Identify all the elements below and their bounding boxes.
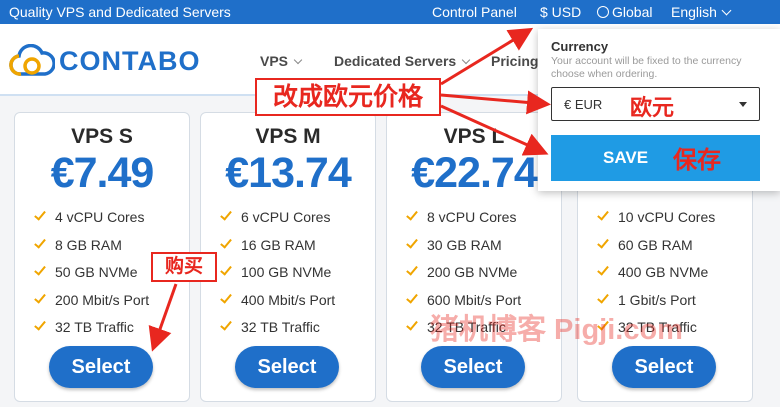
annotation-buy: 购买 xyxy=(151,252,217,282)
select-button[interactable]: Select xyxy=(235,346,339,388)
feature-label: 10 vCPU Cores xyxy=(618,209,716,225)
check-icon xyxy=(34,208,46,221)
check-icon xyxy=(220,208,232,221)
check-icon xyxy=(34,235,46,249)
currency-title: Currency xyxy=(551,39,609,54)
arrow-to-select xyxy=(440,90,551,115)
feature-item: 32 TB Traffic xyxy=(34,318,149,347)
feature-item: 8 vCPU Cores xyxy=(406,208,521,237)
feature-item: 6 vCPU Cores xyxy=(220,208,335,237)
feature-item: 60 GB RAM xyxy=(597,235,715,265)
currency-label: $ USD xyxy=(540,4,582,20)
plan-card-vps-l: VPS L €22.74 8 vCPU Cores 30 GB RAM 200 … xyxy=(386,112,562,402)
check-icon xyxy=(220,235,232,249)
check-icon xyxy=(597,208,609,221)
select-button[interactable]: Select xyxy=(421,346,525,388)
feature-item: 10 vCPU Cores xyxy=(597,208,716,237)
save-button[interactable]: SAVE xyxy=(551,135,760,181)
feature-label: 400 GB NVMe xyxy=(618,264,709,280)
select-button[interactable]: Select xyxy=(612,346,716,388)
feature-list: 4 vCPU Cores 8 GB RAM 50 GB NVMe 200 Mbi… xyxy=(34,208,150,347)
watermark: 猪机博客 Pigji.com xyxy=(430,314,683,346)
feature-item: 400 GB NVMe xyxy=(597,263,715,292)
control-panel-link[interactable]: Control Panel xyxy=(432,4,517,20)
plan-price: €7.49 xyxy=(50,149,155,197)
plan-card-vps-m: VPS M €13.74 6 vCPU Cores 16 GB RAM 100 … xyxy=(200,112,376,402)
feature-label: 100 GB NVMe xyxy=(241,264,332,280)
feature-item: 4 vCPU Cores xyxy=(34,208,149,237)
nav-label: Dedicated Servers xyxy=(334,53,457,69)
check-icon xyxy=(34,263,46,276)
tagline: Quality VPS and Dedicated Servers xyxy=(9,4,231,20)
check-icon xyxy=(406,263,418,276)
feature-label: 8 GB RAM xyxy=(55,236,122,253)
chevron-down-icon xyxy=(461,55,471,65)
check-icon xyxy=(597,263,609,276)
plan-name: VPS M xyxy=(255,125,321,148)
caret-down-icon xyxy=(739,102,747,107)
check-icon xyxy=(406,290,418,304)
currency-selected-value: € EUR xyxy=(564,97,603,112)
feature-item: 16 GB RAM xyxy=(220,235,335,265)
check-icon xyxy=(34,318,46,331)
feature-label: 50 GB NVMe xyxy=(55,264,138,280)
annotation-euro: 欧元 xyxy=(630,95,675,120)
check-icon xyxy=(406,318,418,331)
feature-item: 400 Mbit/s Port xyxy=(220,290,336,320)
feature-item: 32 TB Traffic xyxy=(220,318,335,347)
brand-name: CONTABO xyxy=(59,46,201,76)
chevron-down-icon xyxy=(293,55,303,65)
select-button[interactable]: Select xyxy=(49,346,153,388)
feature-label: 32 TB Traffic xyxy=(55,319,134,335)
feature-label: 30 GB RAM xyxy=(427,236,502,253)
nav-label: Pricing xyxy=(491,53,539,69)
check-icon xyxy=(34,290,46,304)
feature-item: 200 GB NVMe xyxy=(406,263,521,292)
feature-label: 200 GB NVMe xyxy=(427,264,518,280)
check-icon xyxy=(220,263,232,276)
globe-icon xyxy=(597,6,609,18)
feature-label: 400 Mbit/s Port xyxy=(241,291,336,308)
feature-label: 60 GB RAM xyxy=(618,236,693,253)
nav-dedicated-servers[interactable]: Dedicated Servers xyxy=(334,53,471,69)
check-icon xyxy=(597,235,609,249)
chevron-down-icon xyxy=(721,5,732,16)
language-label: English xyxy=(671,4,717,20)
feature-item: 30 GB RAM xyxy=(406,235,521,265)
nav-vps[interactable]: VPS xyxy=(260,53,303,69)
nav-label: VPS xyxy=(260,53,289,69)
check-icon xyxy=(220,318,232,331)
feature-label: 8 vCPU Cores xyxy=(427,209,517,225)
feature-label: 6 vCPU Cores xyxy=(241,209,331,225)
plan-name: VPS S xyxy=(71,125,133,148)
top-bar: Quality VPS and Dedicated Servers Contro… xyxy=(0,0,780,24)
nav-pricing[interactable]: Pricing xyxy=(491,53,538,69)
cloud-logo-icon xyxy=(9,44,55,76)
feature-label: 200 Mbit/s Port xyxy=(55,291,150,308)
feature-item: 8 GB RAM xyxy=(34,235,149,265)
plan-price: €22.74 xyxy=(411,149,538,197)
check-icon xyxy=(406,235,418,249)
annotation-change-to-euro: 改成欧元价格 xyxy=(255,78,441,116)
feature-label: 4 vCPU Cores xyxy=(55,209,145,225)
annotation-save: 保存 xyxy=(673,147,721,174)
plan-price: €13.74 xyxy=(225,149,352,197)
language-switcher[interactable]: English xyxy=(671,4,732,20)
feature-item: 100 GB NVMe xyxy=(220,263,335,292)
region-label: Global xyxy=(612,4,653,20)
feature-item: 200 Mbit/s Port xyxy=(34,290,150,320)
feature-item: 50 GB NVMe xyxy=(34,263,149,292)
currency-switcher[interactable]: $ USD xyxy=(540,4,581,20)
currency-note: Your account will be fixed to the curren… xyxy=(551,55,742,80)
check-icon xyxy=(220,290,232,304)
brand-logo[interactable]: CONTABO xyxy=(9,40,200,80)
check-icon xyxy=(597,290,609,304)
feature-list: 6 vCPU Cores 16 GB RAM 100 GB NVMe 400 M… xyxy=(220,208,336,347)
region-switcher[interactable]: Global xyxy=(597,4,652,20)
plan-name: VPS L xyxy=(443,125,505,148)
feature-label: 16 GB RAM xyxy=(241,236,316,253)
check-icon xyxy=(406,208,418,221)
feature-label: 32 TB Traffic xyxy=(241,319,320,335)
